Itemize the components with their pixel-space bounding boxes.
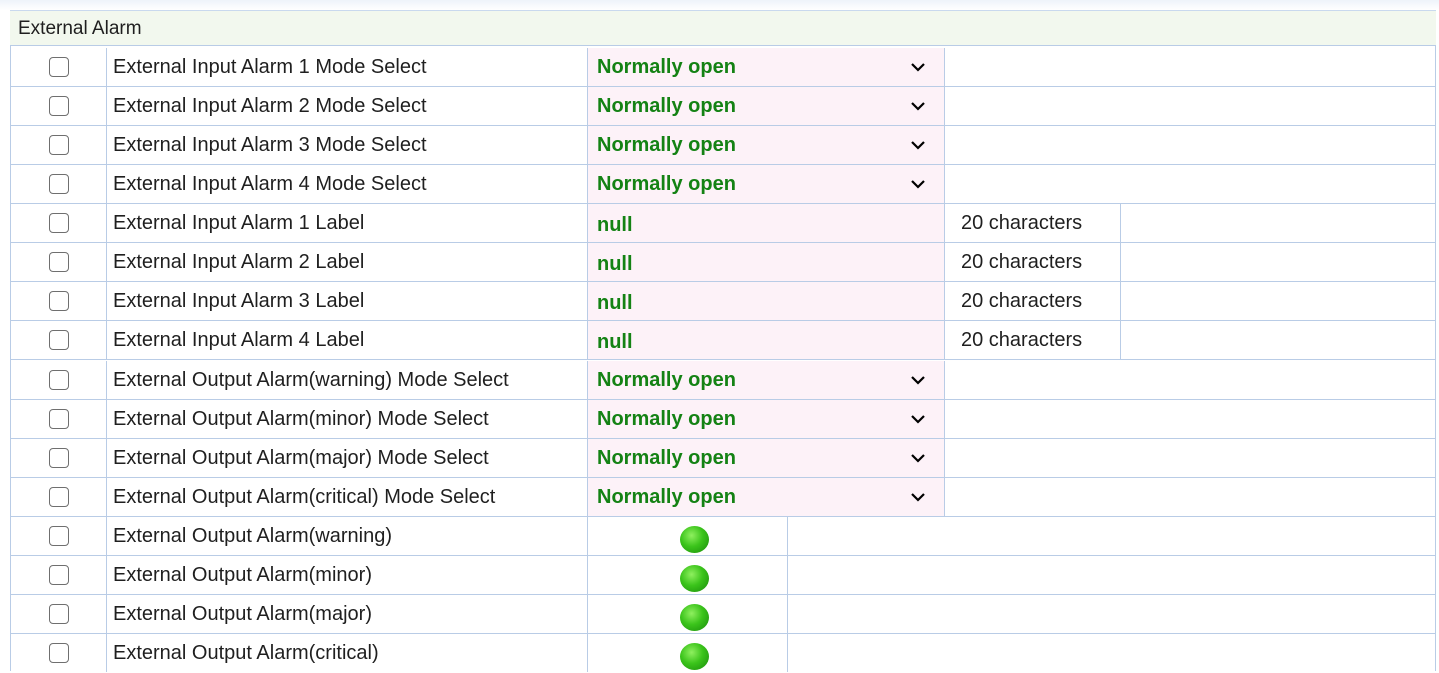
label-text-field[interactable]: null <box>588 243 945 281</box>
row-checkbox[interactable] <box>49 604 69 624</box>
settings-row: External Output Alarm(major) Mode Select… <box>10 439 1436 478</box>
status-led-icon <box>680 643 709 670</box>
status-led-icon <box>680 565 709 592</box>
row-label: External Input Alarm 2 Mode Select <box>107 87 588 125</box>
mode-select[interactable]: Normally open <box>588 126 945 164</box>
char-limit-note: 20 characters <box>945 321 1121 359</box>
row-label: External Input Alarm 1 Label <box>107 204 588 242</box>
mode-select[interactable]: Normally open <box>588 361 945 399</box>
row-label: External Output Alarm(warning) Mode Sele… <box>107 361 588 399</box>
settings-row: External Output Alarm(critical) Mode Sel… <box>10 478 1436 517</box>
row-label: External Input Alarm 3 Label <box>107 282 588 320</box>
mode-select-value: Normally open <box>597 447 736 469</box>
row-checkbox[interactable] <box>49 330 69 350</box>
mode-select-value: Normally open <box>597 95 736 117</box>
row-checkbox[interactable] <box>49 96 69 116</box>
mode-select-value: Normally open <box>597 369 736 391</box>
label-text-value: null <box>597 253 633 275</box>
label-text-value: null <box>597 292 633 314</box>
label-text-field[interactable]: null <box>588 282 945 320</box>
row-checkbox[interactable] <box>49 135 69 155</box>
row-label: External Input Alarm 4 Label <box>107 321 588 359</box>
char-limit-note: 20 characters <box>945 243 1121 281</box>
mode-select-value: Normally open <box>597 56 736 78</box>
status-row: External Output Alarm(minor) <box>10 556 1436 595</box>
mode-select[interactable]: Normally open <box>588 478 945 516</box>
status-led-icon <box>680 526 709 553</box>
row-checkbox[interactable] <box>49 174 69 194</box>
mode-select[interactable]: Normally open <box>588 439 945 477</box>
chevron-down-icon <box>911 63 925 72</box>
mode-select[interactable]: Normally open <box>588 400 945 438</box>
settings-row: External Input Alarm 3 Mode Select Norma… <box>10 126 1436 165</box>
status-row: External Output Alarm(warning) <box>10 517 1436 556</box>
status-row: External Output Alarm(critical) <box>10 634 1436 673</box>
settings-row: External Input Alarm 2 Label null 20 cha… <box>10 243 1436 282</box>
row-label: External Output Alarm(minor) <box>107 556 588 594</box>
settings-row: External Output Alarm(warning) Mode Sele… <box>10 361 1436 400</box>
row-checkbox[interactable] <box>49 448 69 468</box>
row-label: External Input Alarm 4 Mode Select <box>107 165 588 203</box>
mode-select[interactable]: Normally open <box>588 48 945 86</box>
row-checkbox[interactable] <box>49 57 69 77</box>
settings-row: External Output Alarm(minor) Mode Select… <box>10 400 1436 439</box>
row-label: External Output Alarm(major) Mode Select <box>107 439 588 477</box>
row-label: External Output Alarm(critical) <box>107 634 588 672</box>
row-checkbox[interactable] <box>49 370 69 390</box>
settings-row: External Input Alarm 1 Mode Select Norma… <box>10 48 1436 87</box>
chevron-down-icon <box>911 102 925 111</box>
row-checkbox[interactable] <box>49 213 69 233</box>
chevron-down-icon <box>911 180 925 189</box>
chevron-down-icon <box>911 454 925 463</box>
chevron-down-icon <box>911 141 925 150</box>
mode-select[interactable]: Normally open <box>588 87 945 125</box>
row-checkbox[interactable] <box>49 565 69 585</box>
section-header: External Alarm <box>10 10 1436 46</box>
char-limit-note: 20 characters <box>945 204 1121 242</box>
label-text-field[interactable]: null <box>588 321 945 359</box>
mode-select-value: Normally open <box>597 486 736 508</box>
chevron-down-icon <box>911 415 925 424</box>
char-limit-note: 20 characters <box>945 282 1121 320</box>
label-text-value: null <box>597 214 633 236</box>
settings-row: External Input Alarm 4 Mode Select Norma… <box>10 165 1436 204</box>
settings-row: External Input Alarm 1 Label null 20 cha… <box>10 204 1436 243</box>
row-label: External Output Alarm(warning) <box>107 517 588 555</box>
row-label: External Input Alarm 3 Mode Select <box>107 126 588 164</box>
mode-select[interactable]: Normally open <box>588 165 945 203</box>
row-checkbox[interactable] <box>49 409 69 429</box>
mode-select-value: Normally open <box>597 134 736 156</box>
row-label: External Output Alarm(minor) Mode Select <box>107 400 588 438</box>
section-title: External Alarm <box>18 18 142 39</box>
row-label: External Output Alarm(major) <box>107 595 588 633</box>
row-checkbox[interactable] <box>49 291 69 311</box>
mode-select-value: Normally open <box>597 408 736 430</box>
row-label: External Input Alarm 2 Label <box>107 243 588 281</box>
settings-row: External Input Alarm 3 Label null 20 cha… <box>10 282 1436 321</box>
status-led-icon <box>680 604 709 631</box>
row-checkbox[interactable] <box>49 487 69 507</box>
row-label: External Output Alarm(critical) Mode Sel… <box>107 478 588 516</box>
settings-row: External Input Alarm 4 Label null 20 cha… <box>10 321 1436 360</box>
row-label: External Input Alarm 1 Mode Select <box>107 48 588 86</box>
settings-row: External Input Alarm 2 Mode Select Norma… <box>10 87 1436 126</box>
row-checkbox[interactable] <box>49 526 69 546</box>
row-checkbox[interactable] <box>49 252 69 272</box>
label-text-value: null <box>597 331 633 353</box>
row-checkbox[interactable] <box>49 643 69 663</box>
top-decoration <box>0 0 1439 10</box>
mode-select-value: Normally open <box>597 173 736 195</box>
label-text-field[interactable]: null <box>588 204 945 242</box>
chevron-down-icon <box>911 493 925 502</box>
chevron-down-icon <box>911 376 925 385</box>
status-row: External Output Alarm(major) <box>10 595 1436 634</box>
